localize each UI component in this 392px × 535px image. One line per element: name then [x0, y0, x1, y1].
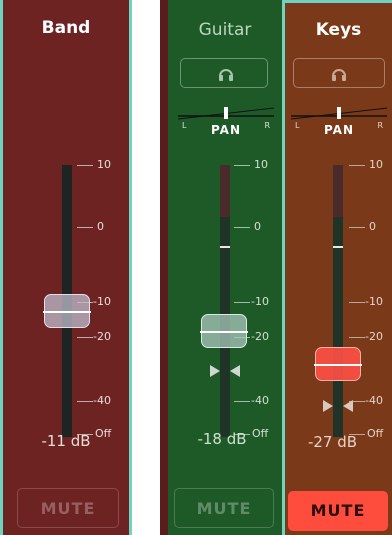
scale-label-0: 0	[369, 220, 376, 233]
scale-tick	[234, 401, 250, 402]
pan-label: PAN	[323, 123, 355, 137]
unity-marker-right-icon	[230, 365, 240, 377]
unity-mark	[333, 246, 343, 248]
level-readout: -11 dB	[41, 432, 91, 450]
fader-knob[interactable]	[314, 347, 362, 381]
unity-marker-left-icon	[323, 400, 333, 412]
scale-tick	[349, 302, 365, 303]
monitor-button[interactable]	[180, 58, 268, 88]
mute-button[interactable]: MUTE	[288, 491, 388, 531]
channel-strip-band: Band 10 0 -10 -20 -40 Off -11 dB MUTE	[0, 0, 132, 535]
scale-tick	[234, 227, 250, 228]
scale-label-10: 10	[97, 158, 111, 171]
scale-label-minus40: -40	[365, 394, 383, 407]
scale-tick	[234, 165, 250, 166]
scale-tick	[349, 165, 365, 166]
monitor-button[interactable]	[293, 58, 385, 88]
meter-peak	[333, 165, 343, 217]
fader-knob[interactable]	[43, 294, 91, 328]
unity-marker-left-icon	[210, 365, 220, 377]
scale-label-minus10: -10	[251, 295, 269, 308]
fader-track[interactable]	[220, 165, 230, 437]
pan-curve	[290, 107, 388, 120]
scale-tick	[234, 302, 250, 303]
mute-button[interactable]: MUTE	[17, 488, 119, 528]
scale-label-minus10: -10	[365, 295, 383, 308]
pan-control[interactable]: L PAN R	[174, 104, 278, 140]
pan-control[interactable]: L PAN R	[287, 104, 391, 140]
fader-track[interactable]	[333, 165, 343, 437]
fader-knob[interactable]	[200, 314, 248, 348]
channel-name: Band	[41, 18, 91, 38]
mute-button[interactable]: MUTE	[174, 488, 274, 528]
headphones-icon	[332, 69, 346, 81]
scale-label-10: 10	[369, 158, 383, 171]
scale-tick	[77, 401, 93, 402]
scale-label-minus20: -20	[365, 330, 383, 343]
pan-right-label: R	[264, 121, 270, 130]
pan-right-label: R	[377, 121, 383, 130]
scale-tick	[349, 337, 365, 338]
channel-name: Keys	[315, 20, 362, 40]
scale-label-0: 0	[97, 220, 104, 233]
pan-curve	[177, 107, 275, 120]
pan-label: PAN	[210, 123, 242, 137]
scale-label-minus10: -10	[93, 295, 111, 308]
scale-label-minus20: -20	[93, 330, 111, 343]
unity-marker-right-icon	[343, 400, 353, 412]
scale-tick	[77, 165, 93, 166]
unity-mark	[220, 246, 230, 248]
meter-peak	[220, 165, 230, 217]
scale-label-minus20: -20	[251, 330, 269, 343]
scale-label-0: 0	[254, 220, 261, 233]
strip-gap	[132, 0, 160, 535]
scale-tick	[77, 337, 93, 338]
channel-name: Guitar	[198, 20, 252, 40]
level-readout: -18 dB	[197, 430, 247, 448]
scale-label-10: 10	[254, 158, 268, 171]
headphones-icon	[219, 69, 233, 81]
scale-label-minus40: -40	[93, 394, 111, 407]
channel-strip-guitar: Guitar L PAN R 10 0 -10 -20 -40 Off -18	[160, 0, 282, 535]
scale-tick	[77, 227, 93, 228]
level-readout: -27 dB	[307, 433, 358, 451]
scale-tick	[349, 227, 365, 228]
channel-strip-keys: Keys L PAN R 10 0 -10 -20 -40 Off -27 dB	[282, 0, 392, 535]
scale-label-minus40: -40	[251, 394, 269, 407]
